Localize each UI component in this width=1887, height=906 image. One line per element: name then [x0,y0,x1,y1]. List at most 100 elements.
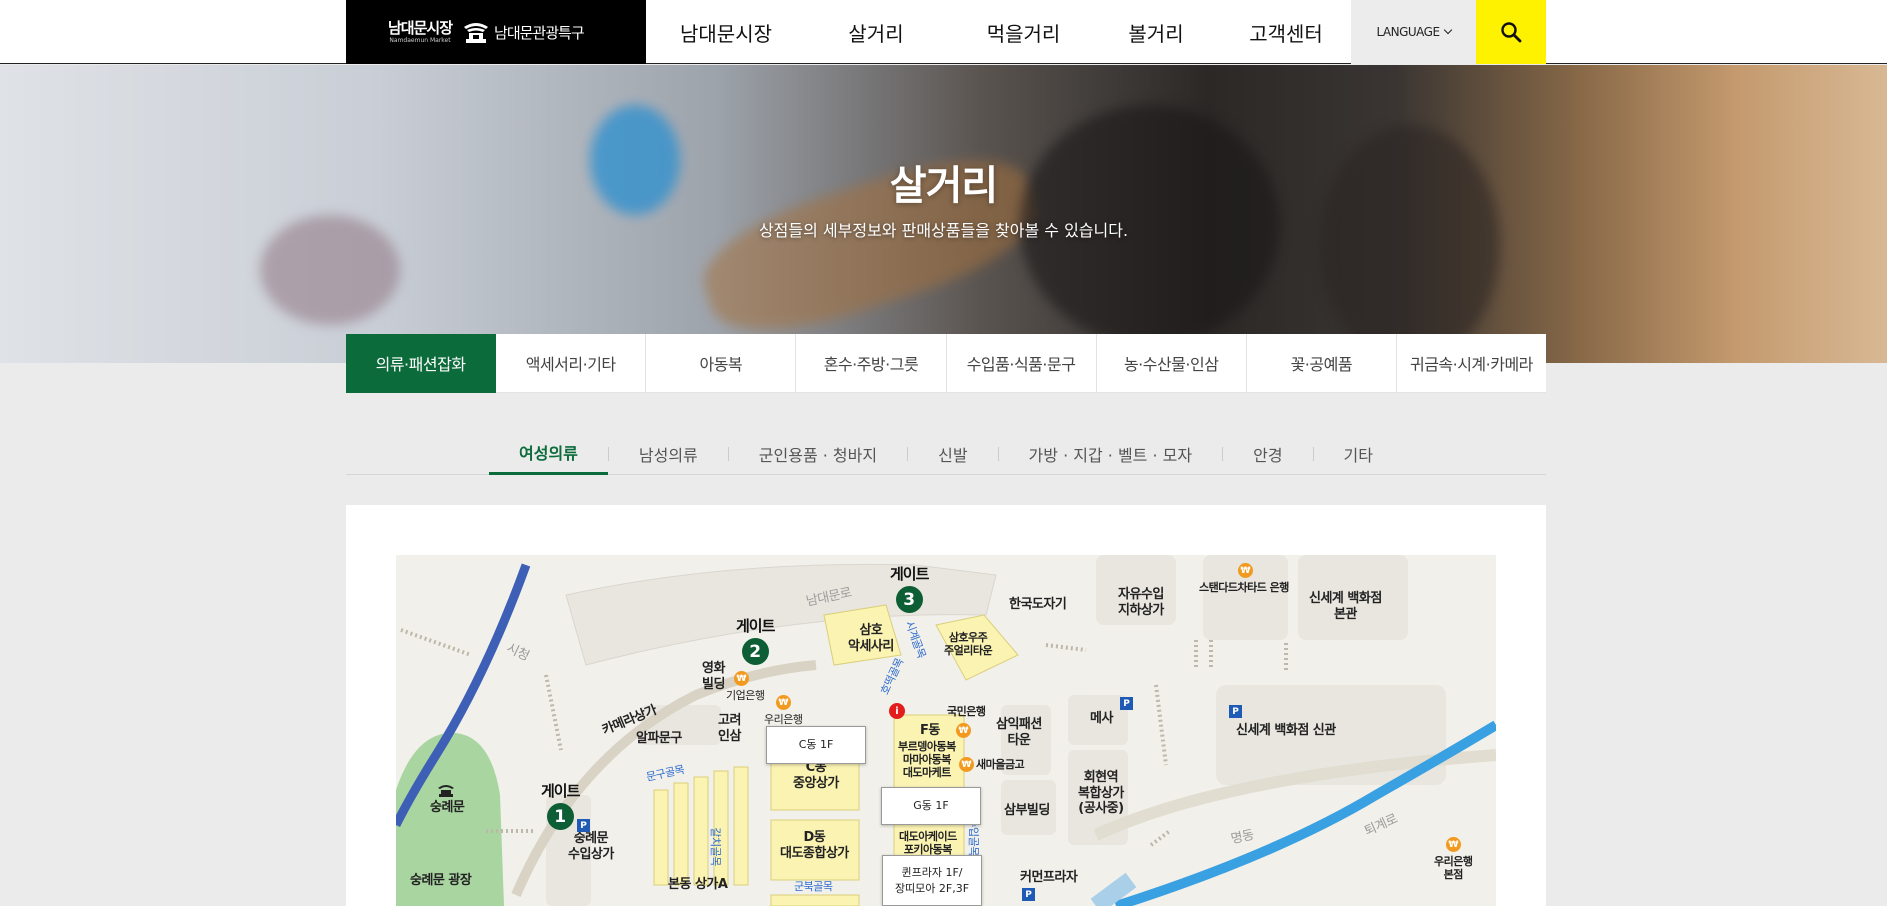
tab-imports-food[interactable]: 수입품·식품·문구 [946,334,1097,393]
tab-flowers-crafts[interactable]: 꽃·공예품 [1246,334,1397,393]
place-bondong-a: 본동 상가A [668,877,728,892]
place-woori-bank: 우리은행 [764,713,803,726]
site-logo[interactable]: 남대문시장 Namdaemun Market 남대문관광특구 [346,0,646,64]
category-tabs: 의류·패션잡화 액세서리·기타 아동복 혼수·주방·그릇 수입품·식품·문구 농… [346,334,1546,393]
search-button[interactable] [1476,0,1546,64]
nav-shopping[interactable]: 살거리 [806,0,946,64]
logo-korean-text: 남대문시장 [388,18,453,37]
subtab-bags-belts-hats[interactable]: 가방 · 지갑 · 벨트 · 모자 [999,432,1223,475]
info-icon[interactable]: i [889,703,905,719]
place-standard-chartered: 스탠다드차타드 은행 [1199,581,1289,594]
tooltip-c-dong[interactable]: C동 1F [766,726,866,764]
subtab-etc[interactable]: 기타 [1314,432,1403,475]
gate-number: 3 [895,586,923,613]
place-sungnyemun-import: 숭례문 수입상가 [568,831,614,862]
place-sambu-building: 삼부빌딩 [1004,803,1050,818]
gate-number: 1 [546,803,574,830]
logo-namdaemun: 남대문시장 Namdaemun Market [388,18,453,44]
gate-1-marker[interactable]: 게이트 1 [541,780,580,830]
crosswalk [1194,640,1288,670]
gate-label: 게이트 [890,565,929,583]
logo-district-text: 남대문관광특구 [494,23,585,42]
place-samho-uju: 삼호우주 주얼리타운 [944,631,993,658]
top-header: 남대문시장 Namdaemun Market 남대문관광특구 남대문시장 살거리… [0,0,1887,64]
nav-attractions[interactable]: 볼거리 [1101,0,1211,64]
crosswalk [1149,828,1173,847]
chevron-down-icon [1443,25,1452,35]
gate-2-marker[interactable]: 게이트 2 [736,615,775,665]
subtab-shoes[interactable]: 신발 [908,432,997,475]
page-subtitle: 상점들의 세부정보와 판매상품들을 찾아볼 수 있습니다. [758,221,1129,240]
language-select[interactable]: LANGUAGE [1351,0,1476,64]
parking-icon: P [1022,888,1035,901]
parking-icon: P [1229,705,1242,718]
page-title: 살거리 [889,163,998,209]
main-nav: 남대문시장 살거리 먹을거리 볼거리 고객센터 [646,0,1361,64]
place-sungnyemun-square: 숭례문 광장 [410,873,472,888]
tooltip-g-dong[interactable]: G동 1F [881,787,981,825]
won-icon: ₩ [734,671,749,686]
sub-category-tabs: 여성의류 남성의류 군인용품 · 청바지 신발 가방 · 지갑 · 벨트 · 모… [346,432,1546,475]
place-saemaeul: 새마을금고 [976,758,1025,771]
crosswalk [544,674,563,751]
gate-emblem-icon [464,23,489,43]
place-samho-accessories: 삼호 악세사리 [848,623,894,654]
tooltip-queen-plaza[interactable]: 퀸프라자 1F/ 장띠모아 2F,3F [882,855,982,906]
place-f-dong-shops: 부르뎅아동복 마마아동복 대도마케트 [898,740,956,780]
place-c-dong: C동 중앙상가 [793,760,839,791]
place-common-plaza: 커먼프라자 [1020,870,1078,885]
crosswalk [1154,684,1168,766]
place-sungnyemun: 숭례문 [430,800,465,815]
subtab-military-jeans[interactable]: 군인용품 · 청바지 [729,432,907,475]
gate-number: 2 [741,638,769,665]
alley-label-gunbuk: 군북골목 [794,880,833,893]
place-mesa: 메사 [1090,711,1113,726]
nav-namdaemun-market[interactable]: 남대문시장 [646,0,806,64]
place-samik-fashion: 삼익패션 타운 [996,717,1042,748]
subtab-mens-clothing[interactable]: 남성의류 [609,432,728,475]
subtab-womens-clothing[interactable]: 여성의류 [489,432,608,475]
nav-customer-center[interactable]: 고객센터 [1211,0,1361,64]
won-icon: ₩ [1238,563,1253,578]
gate-label: 게이트 [736,617,775,635]
parking-icon: P [1120,697,1133,710]
gate-label: 게이트 [541,782,580,800]
hero-banner: 살거리 상점들의 세부정보와 판매상품들을 찾아볼 수 있습니다. [0,65,1887,363]
place-woori-head-office: 우리은행 본점 [1434,855,1473,882]
building-strip [653,789,669,886]
place-shinsegae-main: 신세계 백화점 본관 [1309,591,1382,622]
gate-3-marker[interactable]: 게이트 3 [890,563,929,613]
logo-english-text: Namdaemun Market [389,36,451,44]
crosswalk [400,628,472,657]
language-label: LANGUAGE [1376,25,1440,39]
tab-kids-clothing[interactable]: 아동복 [646,334,797,393]
won-icon: ₩ [956,723,971,738]
tab-agri-ginseng[interactable]: 농·수산물·인삼 [1096,334,1247,393]
search-icon [1501,22,1522,43]
tab-jewelry-watches[interactable]: 귀금속·시계·카메라 [1396,334,1546,393]
parking-icon: P [577,819,590,832]
nav-food[interactable]: 먹을거리 [946,0,1101,64]
market-map[interactable]: 게이트 1 게이트 2 게이트 3 남대문로 시청 명동 퇴계로 문구골목 갈치… [396,555,1496,906]
tab-accessories[interactable]: 액세서리·기타 [496,334,647,393]
won-icon: ₩ [776,695,791,710]
crosswalk [1045,643,1087,652]
place-goryeo-ginseng: 고려 인삼 [718,713,741,744]
building-strip [733,766,749,886]
place-alpha-stationery: 알파문구 [636,731,682,746]
tab-clothing-fashion[interactable]: 의류·패션잡화 [346,334,497,393]
place-kookmin-bank: 국민은행 [947,705,986,718]
building-strip [693,776,709,886]
subtab-glasses[interactable]: 안경 [1223,432,1312,475]
place-f-dong: F동 [920,723,940,738]
place-daedo-arcade: 대도아케이드 포키아동복 [899,830,957,857]
place-younghwa-building: 영화 빌딩 [702,661,725,692]
gate-landmark-icon [438,785,454,797]
won-icon: ₩ [959,757,974,772]
place-d-dong: D동 대도종합상가 [780,830,849,861]
tab-wedding-kitchen[interactable]: 혼수·주방·그릇 [796,334,947,393]
building-strip [770,894,860,906]
place-hanguk-dojagi: 한국도자기 [1009,597,1067,612]
alley-label-galchi: 갈치골목 [708,827,722,866]
place-jayu-underground: 자유수입 지하상가 [1118,587,1164,618]
